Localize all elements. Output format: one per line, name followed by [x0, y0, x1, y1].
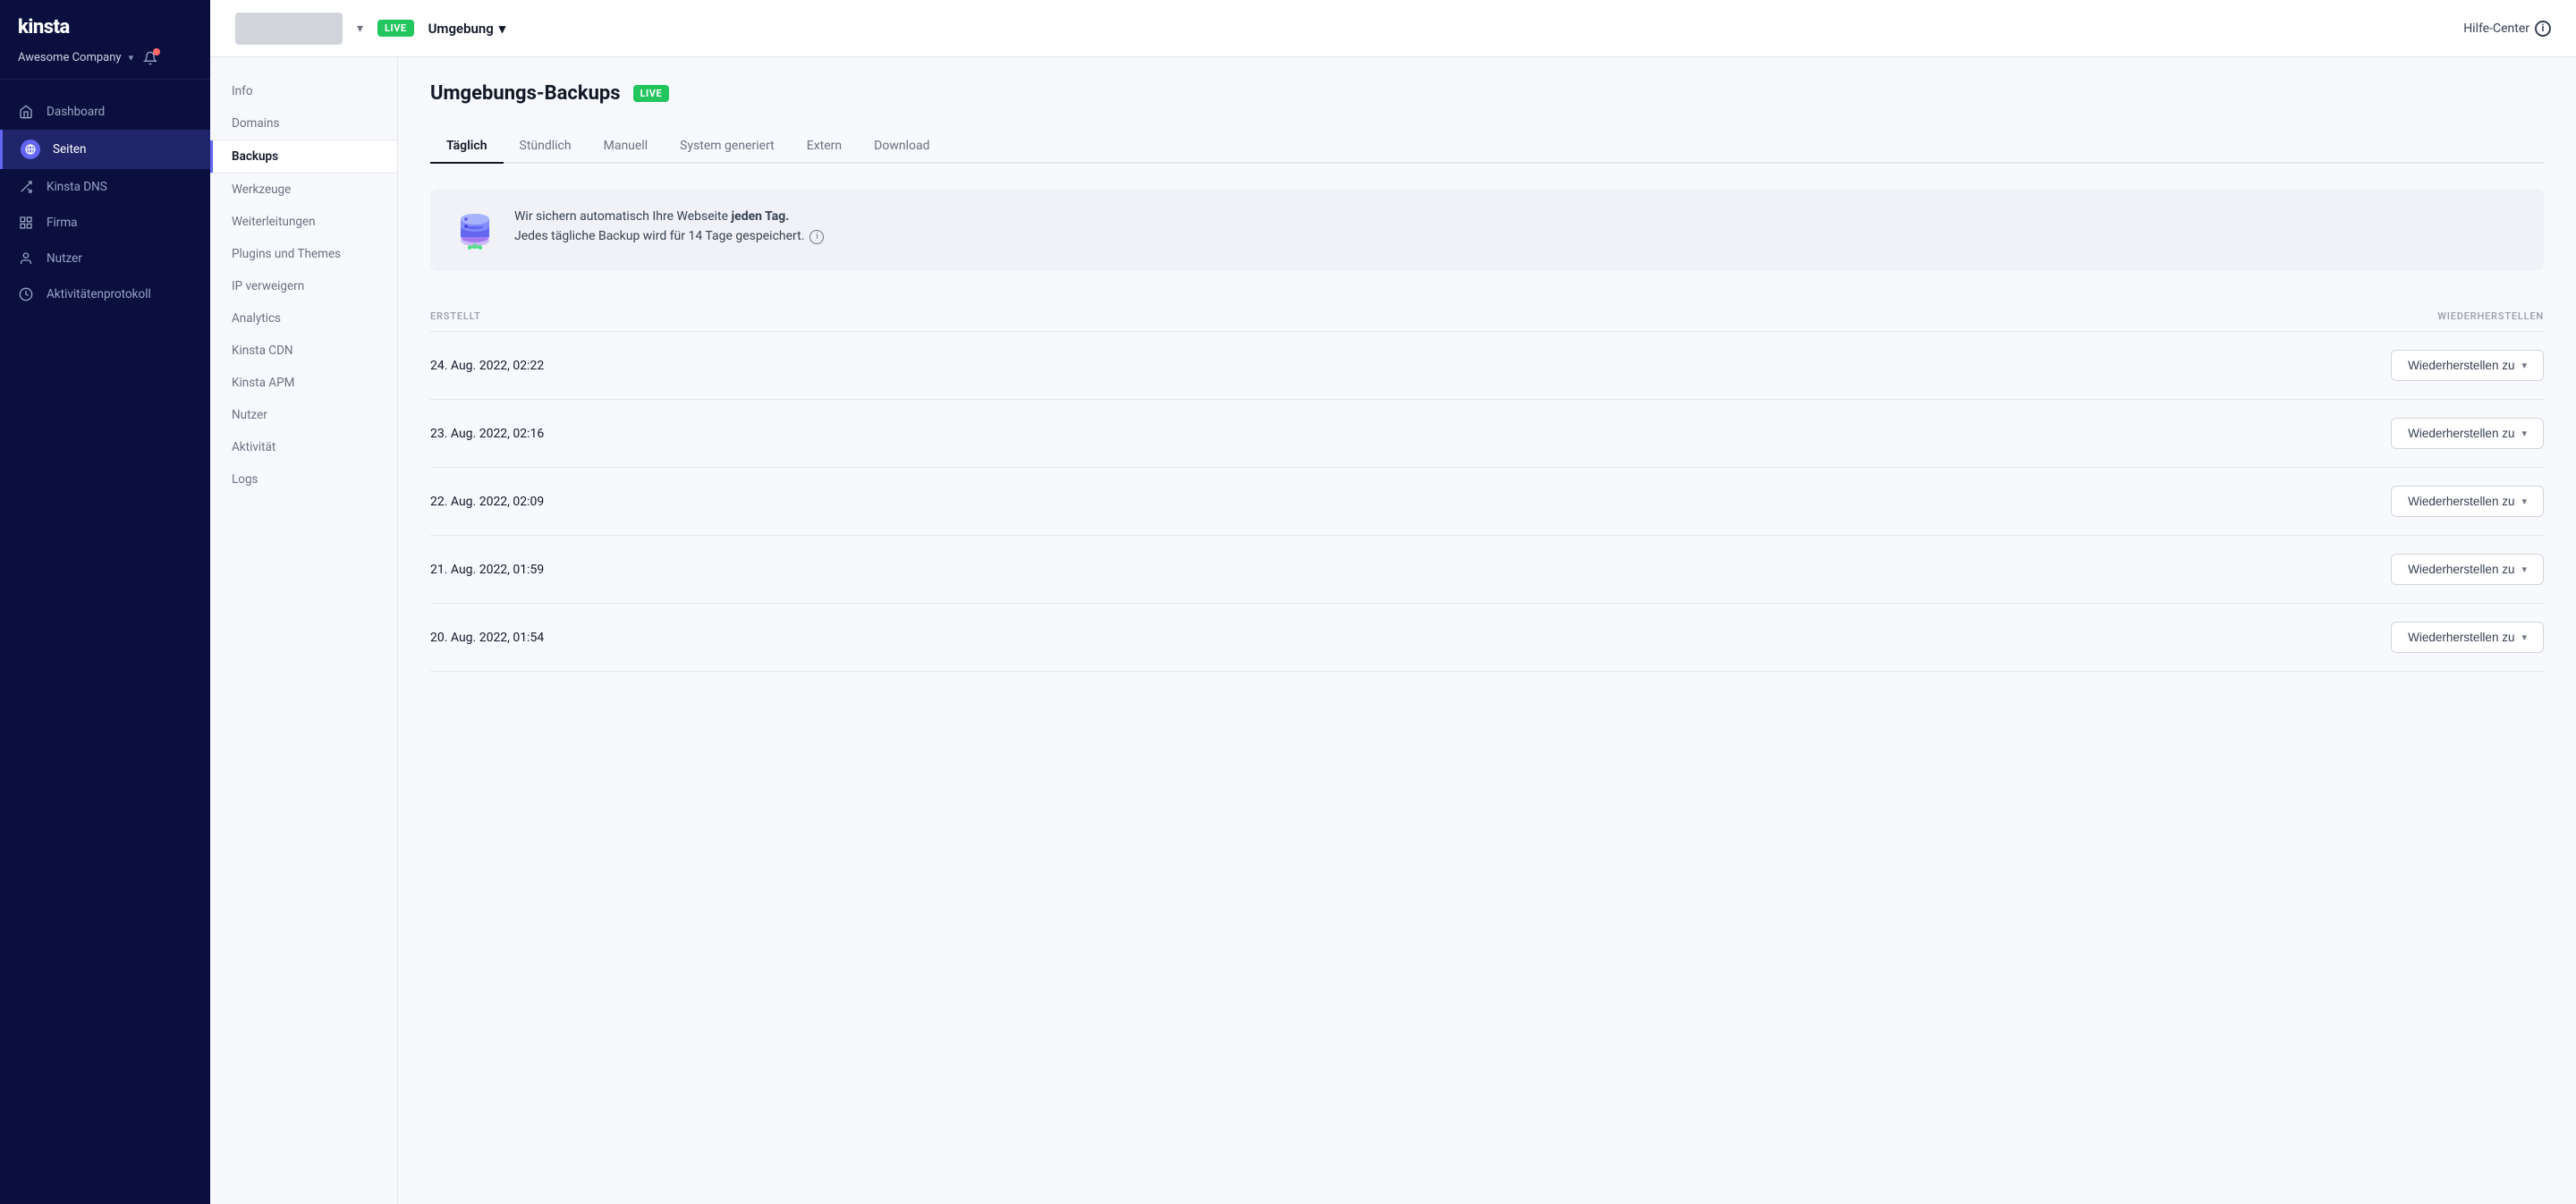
sidebar-item-label: Dashboard — [47, 105, 105, 119]
hilfe-center-link[interactable]: Hilfe-Center i — [2463, 21, 2551, 37]
sidebar-item-aktivitaet[interactable]: Aktivitätenprotokoll — [0, 276, 210, 312]
tab-taeglich[interactable]: Täglich — [430, 130, 504, 164]
sidebar-item-seiten[interactable]: Seiten — [0, 130, 210, 169]
page-live-badge: LIVE — [633, 85, 670, 102]
sub-nav-item-kinsta-cdn[interactable]: Kinsta CDN — [210, 335, 397, 367]
restore-chevron-icon: ▾ — [2521, 428, 2527, 439]
sub-nav-item-werkzeuge[interactable]: Werkzeuge — [210, 174, 397, 206]
sidebar: kinstа Awesome Company ▾ Dashboard — [0, 0, 210, 1204]
sub-nav-item-domains[interactable]: Domains — [210, 107, 397, 140]
info-box: Wir sichern automatisch Ihre Webseite je… — [430, 189, 2544, 271]
sub-nav-item-plugins-themes[interactable]: Plugins und Themes — [210, 238, 397, 270]
sidebar-item-label: Nutzer — [47, 251, 82, 266]
table-header: ERSTELLT WIEDERHERSTELLEN — [430, 303, 2544, 332]
table-row: 24. Aug. 2022, 02:22 Wiederherstellen zu… — [430, 332, 2544, 400]
page-content: Umgebungs-Backups LIVE Täglich Stündlich… — [398, 57, 2576, 1204]
environment-label: Umgebung — [428, 21, 494, 37]
company-name: Awesome Company — [18, 51, 122, 64]
tab-stuendlich[interactable]: Stündlich — [504, 130, 588, 164]
sub-nav-item-aktivitaet2[interactable]: Aktivität — [210, 431, 397, 463]
company-chevron-icon: ▾ — [129, 52, 134, 64]
table-row: 22. Aug. 2022, 02:09 Wiederherstellen zu… — [430, 468, 2544, 536]
topbar: ▾ LIVE Umgebung ▾ Hilfe-Center i — [210, 0, 2576, 57]
info-text: Wir sichern automatisch Ihre Webseite je… — [514, 207, 824, 247]
activity-icon — [18, 286, 34, 302]
user-icon — [18, 250, 34, 267]
sub-sidebar: Info Domains Backups Werkzeuge Weiterlei… — [210, 57, 398, 1204]
table-row: 23. Aug. 2022, 02:16 Wiederherstellen zu… — [430, 400, 2544, 468]
help-icon: i — [2535, 21, 2551, 37]
environment-selector[interactable]: Umgebung ▾ — [428, 21, 506, 37]
restore-button-4[interactable]: Wiederherstellen zu ▾ — [2391, 622, 2544, 653]
page-title: Umgebungs-Backups — [430, 82, 621, 105]
sub-nav-item-ip-verweigern[interactable]: IP verweigern — [210, 270, 397, 302]
tabs: Täglich Stündlich Manuell System generie… — [430, 130, 2544, 164]
hilfe-center-label: Hilfe-Center — [2463, 21, 2529, 36]
sidebar-item-dashboard[interactable]: Dashboard — [0, 94, 210, 130]
environment-chevron-icon: ▾ — [499, 21, 506, 37]
sub-nav-item-nutzer2[interactable]: Nutzer — [210, 399, 397, 431]
sidebar-item-firma[interactable]: Firma — [0, 205, 210, 241]
content-area: Info Domains Backups Werkzeuge Weiterlei… — [210, 57, 2576, 1204]
live-badge-top: LIVE — [377, 20, 414, 37]
restore-button-2[interactable]: Wiederherstellen zu ▾ — [2391, 486, 2544, 517]
kinsta-logo: kinstа — [18, 16, 192, 38]
sidebar-nav: Dashboard Seiten Kinsta DNS — [0, 80, 210, 1204]
col-restore-label: WIEDERHERSTELLEN — [2437, 310, 2544, 322]
sub-nav-item-weiterleitungen[interactable]: Weiterleitungen — [210, 206, 397, 238]
tab-download[interactable]: Download — [858, 130, 945, 164]
sub-nav-item-logs[interactable]: Logs — [210, 463, 397, 496]
table-row: 21. Aug. 2022, 01:59 Wiederherstellen zu… — [430, 536, 2544, 604]
restore-chevron-icon: ▾ — [2521, 632, 2527, 643]
col-created-label: ERSTELLT — [430, 310, 481, 322]
info-tooltip-icon[interactable]: i — [809, 230, 824, 244]
firma-icon — [18, 215, 34, 231]
restore-chevron-icon: ▾ — [2521, 564, 2527, 575]
restore-button-0[interactable]: Wiederherstellen zu ▾ — [2391, 350, 2544, 381]
backup-date: 22. Aug. 2022, 02:09 — [430, 495, 544, 509]
site-preview-thumbnail — [235, 13, 343, 45]
home-icon — [18, 104, 34, 120]
tab-extern[interactable]: Extern — [791, 130, 858, 164]
dns-icon — [18, 179, 34, 195]
notification-bell[interactable] — [140, 48, 160, 68]
sub-nav-item-backups[interactable]: Backups — [210, 140, 397, 174]
backup-date: 24. Aug. 2022, 02:22 — [430, 359, 544, 373]
company-selector[interactable]: Awesome Company ▾ — [18, 47, 133, 68]
table-row: 20. Aug. 2022, 01:54 Wiederherstellen zu… — [430, 604, 2544, 672]
backup-date: 21. Aug. 2022, 01:59 — [430, 563, 544, 577]
sub-nav-item-kinsta-apm[interactable]: Kinsta APM — [210, 367, 397, 399]
restore-chevron-icon: ▾ — [2521, 360, 2527, 371]
restore-button-3[interactable]: Wiederherstellen zu ▾ — [2391, 554, 2544, 585]
sidebar-item-label: Aktivitätenprotokoll — [47, 287, 151, 301]
sidebar-item-kinsta-dns[interactable]: Kinsta DNS — [0, 169, 210, 205]
sidebar-item-nutzer[interactable]: Nutzer — [0, 241, 210, 276]
sub-nav-item-info[interactable]: Info — [210, 75, 397, 107]
tab-system[interactable]: System generiert — [664, 130, 791, 164]
backup-date: 23. Aug. 2022, 02:16 — [430, 427, 544, 441]
sidebar-item-label: Kinsta DNS — [47, 180, 107, 194]
backup-date: 20. Aug. 2022, 01:54 — [430, 631, 544, 645]
sidebar-item-label: Seiten — [53, 142, 87, 157]
sub-nav-item-analytics[interactable]: Analytics — [210, 302, 397, 335]
backup-icon-wrapper — [452, 207, 498, 253]
tab-manuell[interactable]: Manuell — [588, 130, 665, 164]
seiten-icon — [21, 140, 40, 159]
main-area: ▾ LIVE Umgebung ▾ Hilfe-Center i Info Do… — [210, 0, 2576, 1204]
page-header: Umgebungs-Backups LIVE — [430, 82, 2544, 105]
sidebar-header: kinstа Awesome Company ▾ — [0, 0, 210, 80]
topbar-chevron-icon[interactable]: ▾ — [357, 21, 363, 36]
restore-button-1[interactable]: Wiederherstellen zu ▾ — [2391, 418, 2544, 449]
sidebar-item-label: Firma — [47, 216, 78, 230]
restore-chevron-icon: ▾ — [2521, 496, 2527, 507]
